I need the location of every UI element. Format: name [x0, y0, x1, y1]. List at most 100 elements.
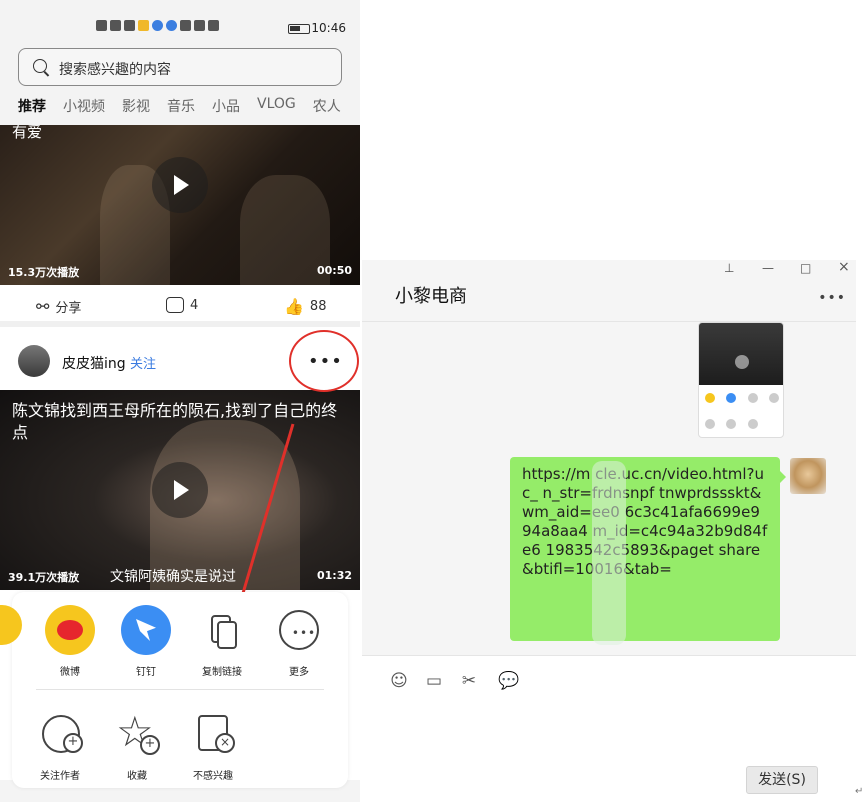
image-message-thumbnail[interactable]	[698, 322, 784, 438]
search-input[interactable]: 搜索感兴趣的内容	[18, 48, 342, 86]
cloud-icon	[152, 20, 163, 31]
maximize-icon[interactable]: □	[800, 261, 811, 275]
dingtalk-icon	[121, 605, 171, 655]
comment-icon	[166, 297, 184, 313]
play-icon	[735, 355, 749, 369]
video-actions: ⚯ 分享 4 👍 88	[0, 285, 360, 327]
partial-share-icon[interactable]	[0, 605, 22, 645]
share-weibo-label: 微博	[60, 667, 80, 678]
share-dingtalk-label: 钉钉	[136, 667, 156, 678]
tab-short-video[interactable]: 小视频	[63, 96, 105, 116]
thumbs-up-icon: 👍	[284, 297, 304, 316]
more-icon	[768, 393, 779, 403]
user-plus-icon	[705, 419, 715, 429]
category-tabs: 推荐 小视频 影视 音乐 小品 VLOG 农人	[18, 96, 358, 116]
comment-button[interactable]: 4	[166, 297, 198, 313]
highlight-circle	[289, 330, 359, 392]
blur-mask	[592, 461, 626, 645]
alarm-icon	[194, 20, 205, 31]
folder-icon[interactable]: ▭	[425, 672, 443, 690]
avatar[interactable]	[790, 458, 826, 494]
scissors-icon[interactable]: ✂	[460, 672, 478, 690]
follow-link[interactable]: 关注	[130, 353, 156, 372]
phone-screenshot: 10:46 搜索感兴趣的内容 推荐 小视频 影视 音乐 小品 VLOG 农人 有…	[0, 0, 360, 802]
message-text: https://m cle.uc.cn/video.html?uc_ n_str…	[522, 465, 768, 578]
pin-icon[interactable]: ⊥	[724, 261, 734, 275]
dingtalk-icon	[726, 393, 737, 403]
more-icon	[279, 610, 327, 650]
avatar[interactable]	[18, 345, 50, 377]
tab-vlog[interactable]: VLOG	[257, 96, 296, 116]
favorite-button[interactable]: 收藏	[107, 707, 167, 782]
thumbnail-share-row	[705, 393, 779, 403]
not-interested-icon	[747, 419, 758, 429]
video-caption-fragment: 有爱	[12, 125, 43, 141]
thumbnail-video	[699, 323, 783, 385]
share-sheet: 微博 钉钉 复制链接 更多 关注作者 收藏 不感兴趣	[0, 592, 348, 788]
message-composer[interactable]: ☺ ▭ ✂ 💬 发送(S)	[362, 655, 856, 802]
follow-author-label: 关注作者	[40, 771, 80, 782]
nfc-icon	[180, 20, 191, 31]
chat-header: ⊥ — □ × 小黎电商 •••	[362, 259, 856, 322]
share-more-label: 更多	[289, 667, 309, 678]
video-plays: 15.3万次播放	[8, 266, 80, 279]
video-duration: 01:32	[316, 569, 352, 582]
status-time: 10:46	[311, 21, 346, 35]
video-duration: 00:50	[316, 264, 352, 277]
not-interested-icon	[188, 709, 238, 759]
star-plus-icon	[112, 707, 162, 759]
author-name[interactable]: 皮皮猫ing	[62, 353, 126, 373]
app-notify-icon	[138, 20, 149, 31]
favorite-label: 收藏	[127, 771, 147, 782]
copy-link-icon	[197, 605, 247, 655]
hd-icon	[96, 20, 107, 31]
status-icons	[96, 20, 219, 31]
share-label: 分享	[55, 301, 82, 316]
copy-link-button[interactable]: 复制链接	[192, 605, 252, 678]
play-icon[interactable]	[152, 462, 208, 518]
battery-icon	[288, 24, 310, 34]
close-icon[interactable]: ×	[838, 259, 850, 275]
star-icon	[726, 419, 737, 429]
share-icon: ⚯	[36, 297, 50, 316]
signal-icon-2	[124, 20, 135, 31]
chat-window: ⊥ — □ × 小黎电商 ••• https://m cle.uc.cn/vid…	[362, 259, 856, 802]
share-weibo[interactable]: 微博	[40, 605, 100, 678]
search-icon	[33, 59, 47, 73]
not-interested-label: 不感兴趣	[193, 771, 233, 782]
tab-sketch[interactable]: 小品	[212, 96, 240, 116]
share-dingtalk[interactable]: 钉钉	[116, 605, 176, 678]
like-count: 88	[309, 299, 327, 314]
play-icon[interactable]	[152, 157, 208, 213]
tab-film[interactable]: 影视	[122, 96, 150, 116]
comment-count: 4	[190, 297, 199, 313]
divider	[36, 689, 324, 690]
minimize-icon[interactable]: —	[762, 261, 774, 275]
copy-link-label: 复制链接	[202, 667, 242, 678]
signal-icon	[110, 20, 121, 31]
more-icon[interactable]: •••	[818, 290, 846, 306]
follow-author-button[interactable]: 关注作者	[30, 709, 90, 782]
not-interested-button[interactable]: 不感兴趣	[183, 709, 243, 782]
video-card-1[interactable]: 有爱 15.3万次播放 00:50	[0, 125, 360, 285]
copy-link-icon	[747, 393, 758, 403]
share-button[interactable]: ⚯ 分享	[36, 297, 81, 316]
thumbnail-action-row	[705, 419, 779, 429]
tab-music[interactable]: 音乐	[167, 96, 195, 116]
like-button[interactable]: 👍 88	[284, 297, 326, 316]
share-more[interactable]: 更多	[269, 605, 329, 678]
send-button[interactable]: 发送(S)	[746, 766, 818, 794]
video-subtitle: 文锦阿姨确实是说过	[110, 569, 236, 585]
tab-farm[interactable]: 农人	[313, 96, 341, 116]
chat-bubble-icon[interactable]: 💬	[498, 672, 519, 690]
link-message-bubble[interactable]: https://m cle.uc.cn/video.html?uc_ n_str…	[510, 457, 786, 645]
status-bar: 10:46	[0, 18, 360, 38]
video-plays: 39.1万次播放	[8, 571, 80, 584]
emoji-icon[interactable]: ☺	[390, 672, 408, 690]
user-plus-icon	[35, 709, 85, 759]
phone-header: 10:46 搜索感兴趣的内容 推荐 小视频 影视 音乐 小品 VLOG 农人	[0, 0, 360, 125]
tab-recommend[interactable]: 推荐	[18, 96, 46, 116]
video-card-2[interactable]: 陈文锦找到西王母所在的陨石,找到了自己的终点 39.1万次播放 文锦阿姨确实是说…	[0, 390, 360, 590]
weibo-icon	[45, 605, 95, 655]
